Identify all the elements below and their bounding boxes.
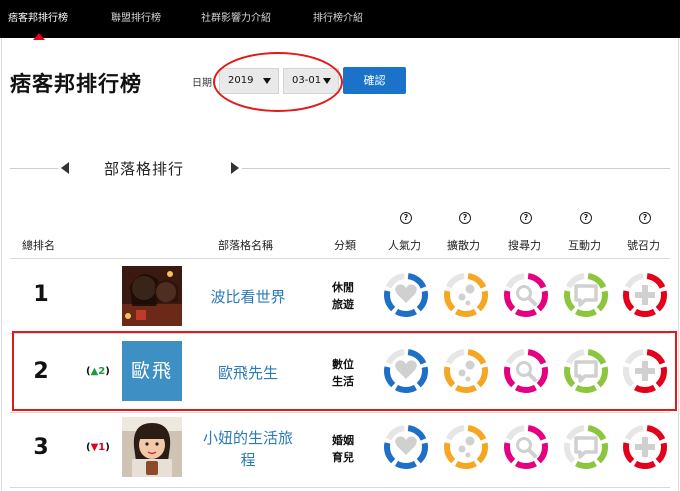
category-line: 休閒	[332, 281, 354, 294]
rank-change: (▼1)	[86, 442, 110, 453]
dots-icon	[458, 436, 475, 458]
metric-ring-4[interactable]	[563, 272, 609, 318]
rank-change-value: ▼1	[90, 442, 106, 453]
blog-name-link[interactable]: 波比看世界	[196, 286, 300, 308]
metric-ring-2[interactable]	[443, 424, 489, 470]
nav-item-ranking-intro[interactable]: 排行榜介紹	[313, 0, 363, 38]
help-icon[interactable]: ?	[639, 212, 651, 224]
header-metric-popularity: 人氣力	[388, 239, 421, 252]
category-line: 育兒	[332, 451, 354, 464]
header-metric-search: 搜尋力	[508, 239, 541, 252]
confirm-button[interactable]: 確認	[343, 67, 406, 94]
metric-ring-5[interactable]	[622, 424, 668, 470]
blog-avatar[interactable]	[122, 417, 182, 477]
plus-icon	[635, 437, 655, 457]
help-icon[interactable]: ?	[580, 212, 592, 224]
help-icon[interactable]: ?	[400, 212, 412, 224]
nav-item-alliance-ranking[interactable]: 聯盟排行榜	[111, 0, 161, 38]
header-rank: 總排名	[22, 239, 55, 252]
rank-number: 3	[33, 435, 49, 460]
chat-icon	[574, 284, 598, 307]
row-divider	[10, 487, 670, 488]
help-icon[interactable]: ?	[520, 212, 532, 224]
page-title: 痞客邦排行榜	[10, 72, 142, 96]
section-title: 部落格排行	[104, 160, 185, 178]
annotation-oval	[213, 52, 343, 112]
section-divider-left	[10, 168, 58, 169]
category-line: 旅遊	[332, 298, 354, 311]
category-line: 婚姻	[332, 434, 354, 447]
row-divider	[10, 412, 670, 413]
dots-icon	[458, 284, 475, 306]
blog-avatar[interactable]	[122, 266, 182, 326]
heart-icon	[395, 284, 417, 303]
metric-ring-3[interactable]	[503, 424, 549, 470]
nav-item-social-influence[interactable]: 社群影響力介紹	[201, 0, 271, 38]
metric-ring-1[interactable]	[383, 424, 429, 470]
help-icon[interactable]: ?	[459, 212, 471, 224]
header-metric-spread: 擴散力	[447, 239, 480, 252]
metric-ring-3[interactable]	[503, 272, 549, 318]
metric-ring-4[interactable]	[563, 424, 609, 470]
top-nav: 痞客邦排行榜 聯盟排行榜 社群影響力介紹 排行榜介紹	[0, 0, 680, 40]
date-label: 日期	[192, 78, 212, 89]
header-metric-appeal: 號召力	[627, 239, 660, 252]
blog-name-link[interactable]: 小妞的生活旅程	[196, 427, 300, 471]
heart-icon	[395, 436, 417, 455]
rank-number: 1	[33, 282, 49, 307]
blog-category: 婚姻 育兒	[332, 432, 360, 466]
plus-icon	[635, 285, 655, 305]
chat-icon	[574, 436, 598, 459]
metric-ring-5[interactable]	[622, 272, 668, 318]
magnifier-icon	[516, 285, 537, 306]
header-blog-name: 部落格名稱	[218, 239, 273, 252]
right-arrow-icon[interactable]	[231, 162, 239, 174]
left-arrow-icon[interactable]	[61, 162, 69, 174]
blog-category: 休閒 旅遊	[332, 279, 360, 313]
metric-ring-2[interactable]	[443, 272, 489, 318]
annotation-highlight-box	[12, 331, 677, 411]
magnifier-icon	[516, 437, 537, 458]
section-divider-right	[242, 168, 670, 169]
row-divider	[10, 258, 670, 259]
header-metric-interaction: 互動力	[568, 239, 601, 252]
metric-ring-1[interactable]	[383, 272, 429, 318]
header-category: 分類	[334, 239, 356, 252]
